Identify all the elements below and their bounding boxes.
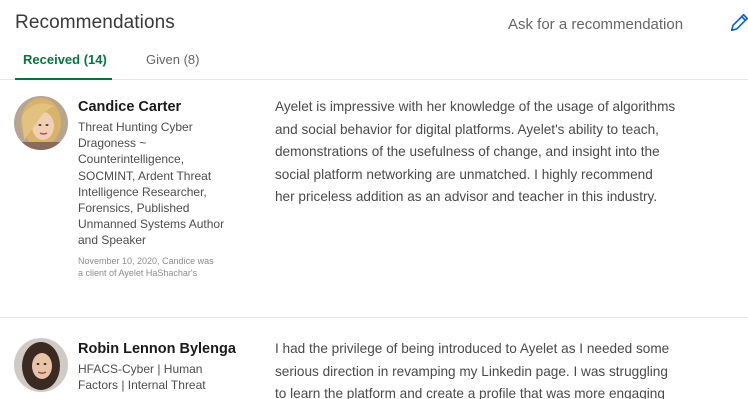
section-title: Recommendations	[15, 12, 175, 33]
recommendation-item: Candice Carter Threat Hunting Cyber Drag…	[0, 90, 748, 318]
avatar[interactable]	[14, 96, 68, 150]
recommender-headline: Threat Hunting Cyber Dragoness ~ Counter…	[78, 119, 258, 249]
headline-line: Dragoness ~	[78, 136, 147, 151]
tab-received-label: Received (14)	[23, 52, 107, 67]
text-line: and social behavior for digital platform…	[275, 121, 659, 137]
headline-line: Intelligence Researcher,	[78, 184, 207, 199]
headline-line: Counterintelligence,	[78, 152, 185, 167]
pencil-icon[interactable]	[728, 12, 748, 34]
recommendation-text: Ayelet is impressive with her knowledge …	[275, 96, 745, 209]
text-line: serious direction in revamping my Linked…	[275, 363, 668, 379]
recommendation-item: Robin Lennon Bylenga HFACS-Cyber | Human…	[0, 332, 748, 399]
headline-line: Unmanned Systems Author	[78, 217, 225, 232]
recommendation-tabs: Received (14) Given (8)	[0, 44, 748, 80]
recommender-info: Robin Lennon Bylenga HFACS-Cyber | Human…	[78, 340, 258, 393]
text-line: Ayelet is impressive with her knowledge …	[275, 99, 676, 114]
recommender-name[interactable]: Candice Carter	[78, 98, 258, 117]
recommender-name[interactable]: Robin Lennon Bylenga	[78, 340, 258, 359]
headline-line: and Speaker	[78, 233, 147, 248]
headline-line: Threat Hunting Cyber	[78, 120, 193, 134]
tab-received[interactable]: Received (14)	[15, 52, 112, 80]
ask-for-recommendation-link[interactable]: Ask for a recommendation	[508, 16, 683, 33]
headline-line: SOCMINT, Ardent Threat	[78, 168, 212, 183]
recommender-info: Candice Carter Threat Hunting Cyber Drag…	[78, 98, 258, 279]
headline-line: HFACS-Cyber | Human	[78, 362, 203, 376]
recommendations-header: Recommendations Ask for a recommendation	[15, 12, 748, 38]
tab-given-label: Given (8)	[146, 52, 200, 67]
recommendation-text: I had the privilege of being introduced …	[275, 338, 745, 399]
meta-line: a client of Ayelet HaShachar's	[78, 267, 198, 278]
meta-line: November 10, 2020, Candice was	[78, 255, 214, 266]
text-line: I had the privilege of being introduced …	[275, 341, 670, 356]
headline-line: Forensics, Published	[78, 201, 190, 216]
text-line: to learn the platform and create a profi…	[275, 386, 665, 399]
avatar[interactable]	[14, 338, 68, 392]
text-line: social platform networking are unmatched…	[275, 166, 653, 182]
recommendation-meta: November 10, 2020, Candice was a client …	[78, 255, 258, 279]
recommender-headline: HFACS-Cyber | Human Factors | Internal T…	[78, 361, 258, 393]
text-line: her priceless addition as an advisor and…	[275, 189, 658, 205]
headline-line: Factors | Internal Threat	[78, 378, 206, 393]
text-line: demonstrations of the usefulness of chan…	[275, 144, 660, 160]
